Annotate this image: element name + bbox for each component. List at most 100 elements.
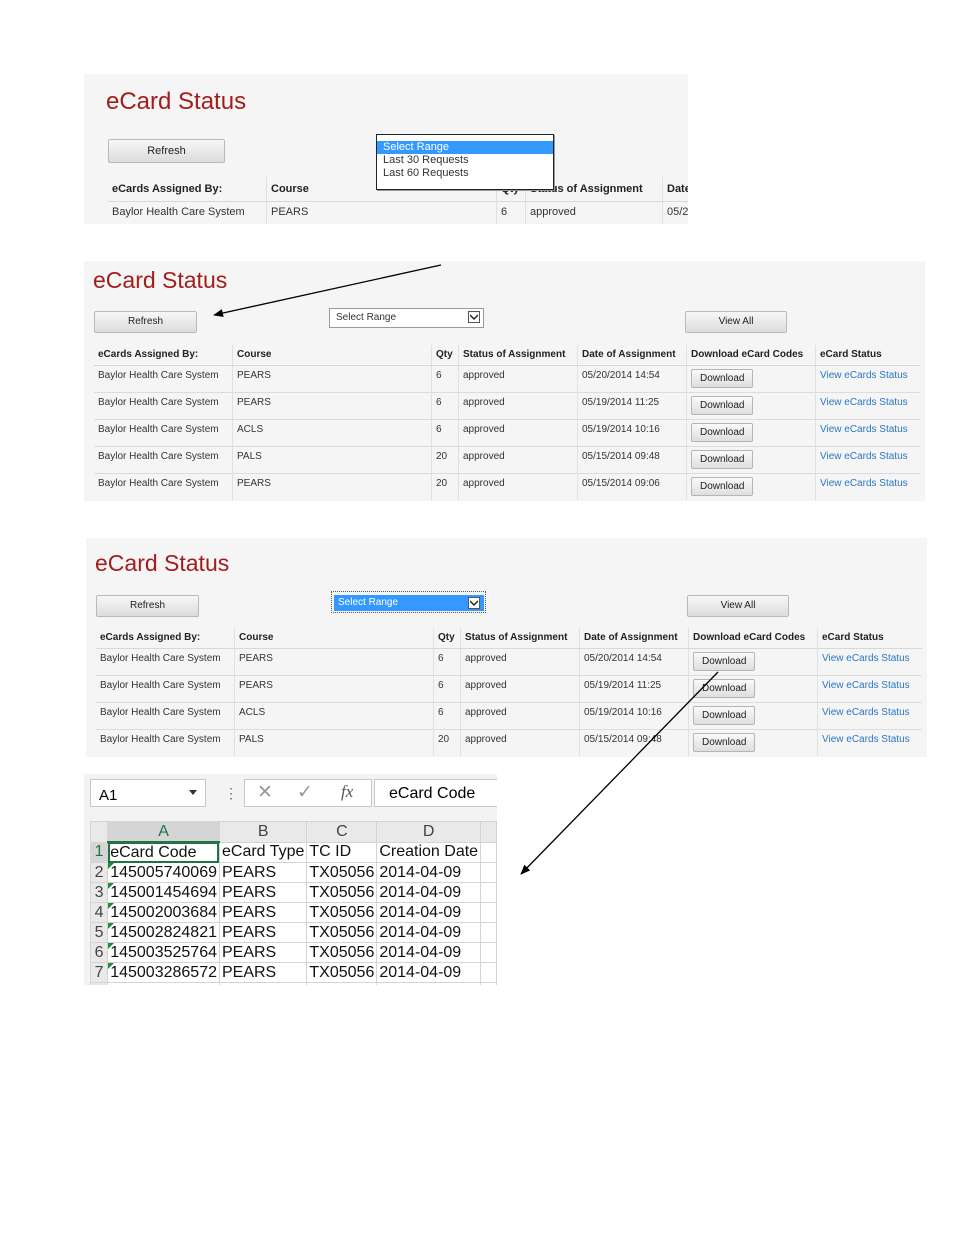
cell[interactable]: 2014-04-09 [376, 962, 482, 983]
view-ecards-status-link[interactable]: View eCards Status [820, 451, 908, 462]
cell[interactable]: PEARS [218, 902, 308, 923]
chevron-down-icon[interactable] [468, 597, 480, 609]
cell[interactable]: PEARS [218, 942, 308, 963]
page-title: eCard Status [93, 267, 228, 293]
row-header[interactable]: 1 [89, 841, 109, 863]
column-header: Qty [433, 628, 461, 649]
column-header[interactable]: A [107, 821, 220, 843]
view-ecards-status-link[interactable]: View eCards Status [820, 397, 908, 408]
cell[interactable] [480, 882, 497, 903]
cell[interactable]: eCard Type [218, 841, 308, 863]
cell[interactable]: 2014-04-09 [376, 942, 482, 963]
cell[interactable] [480, 942, 497, 963]
cell[interactable] [376, 982, 482, 985]
download-button[interactable]: Download [691, 476, 754, 496]
column-header[interactable] [480, 821, 497, 843]
enter-icon[interactable]: ✓ [297, 781, 313, 804]
range-select[interactable]: Select Range [334, 595, 484, 611]
download-button[interactable]: Download [691, 368, 754, 388]
column-header[interactable]: C [306, 821, 378, 843]
view-ecards-status-link[interactable]: View eCards Status [822, 680, 910, 691]
cell[interactable] [218, 982, 308, 985]
cell[interactable] [480, 841, 497, 863]
cell[interactable]: 2014-04-09 [376, 882, 482, 903]
view-ecards-status-link[interactable]: View eCards Status [822, 707, 910, 718]
cell[interactable]: TX05056 [306, 862, 378, 883]
cell[interactable] [480, 962, 497, 983]
chevron-down-icon[interactable] [468, 311, 480, 323]
column-header[interactable]: D [376, 821, 482, 843]
range-select[interactable]: Select Range [329, 308, 484, 328]
refresh-button[interactable]: Refresh [94, 311, 197, 333]
dropdown-option[interactable]: Last 60 Requests [377, 167, 553, 180]
qty-cell: 20 [431, 472, 459, 500]
row-header[interactable]: 7 [89, 962, 109, 983]
dropdown-option[interactable]: Select Range [377, 141, 553, 154]
row-header[interactable]: 6 [89, 942, 109, 963]
cell[interactable]: Creation Date [376, 841, 482, 863]
dropdown-option[interactable]: Last 30 Requests [377, 154, 553, 167]
download-button[interactable]: Download [691, 449, 754, 469]
refresh-button[interactable]: Refresh [96, 595, 199, 617]
cell[interactable] [480, 902, 497, 923]
row-header[interactable]: 2 [89, 862, 109, 883]
cell[interactable]: PEARS [218, 922, 308, 943]
row-header[interactable]: 5 [89, 922, 109, 943]
cell[interactable]: 145001454694 [107, 882, 220, 903]
cell[interactable] [480, 862, 497, 883]
dropdown-arrow-icon[interactable] [189, 790, 197, 795]
download-button[interactable]: Download [691, 395, 754, 415]
view-ecards-status-link[interactable]: View eCards Status [820, 370, 908, 381]
cell[interactable]: TX05056 [306, 882, 378, 903]
cell[interactable] [480, 982, 497, 985]
cell[interactable]: TC ID [306, 841, 378, 863]
row-header[interactable]: 3 [89, 882, 109, 903]
download-button[interactable]: Download [693, 705, 756, 725]
view-ecards-status-link[interactable]: View eCards Status [822, 653, 910, 664]
cell[interactable]: PEARS [218, 882, 308, 903]
table-row: Baylor Health Care System PEARS 6 approv… [108, 200, 688, 224]
cell[interactable] [480, 922, 497, 943]
more-options-icon[interactable]: ⋮ [224, 785, 238, 802]
cancel-icon[interactable]: ✕ [257, 781, 273, 804]
cell[interactable]: eCard Code [107, 841, 220, 863]
download-button[interactable]: Download [693, 732, 756, 752]
cell[interactable]: 145003286572 [107, 962, 220, 983]
column-header[interactable]: B [218, 821, 308, 843]
formula-bar[interactable]: eCard Code [374, 779, 497, 807]
cell[interactable]: TX05056 [306, 922, 378, 943]
cell[interactable]: 145003525764 [107, 942, 220, 963]
status-link-cell: View eCards Status [815, 391, 920, 419]
download-button[interactable]: Download [693, 651, 756, 671]
cell[interactable] [107, 982, 220, 985]
cell[interactable]: PEARS [218, 862, 308, 883]
name-box[interactable]: A1 [90, 779, 206, 807]
assigned-by-cell: Baylor Health Care System [96, 728, 235, 756]
refresh-button[interactable]: Refresh [108, 139, 225, 163]
view-ecards-status-link[interactable]: View eCards Status [820, 424, 908, 435]
insert-function-icon[interactable]: fx [341, 782, 353, 802]
cell[interactable]: TX05056 [306, 902, 378, 923]
view-ecards-status-link[interactable]: View eCards Status [820, 478, 908, 489]
row-header[interactable]: 8 [89, 982, 109, 985]
view-all-button[interactable]: View All [687, 595, 789, 617]
cell[interactable]: TX05056 [306, 942, 378, 963]
cell[interactable]: TX05056 [306, 962, 378, 983]
cell[interactable]: 2014-04-09 [376, 922, 482, 943]
cell[interactable]: 145002824821 [107, 922, 220, 943]
table-row: Baylor Health Care System PEARS 6 approv… [96, 647, 922, 675]
view-all-button[interactable]: View All [685, 311, 787, 333]
download-button[interactable]: Download [693, 678, 756, 698]
select-all-corner[interactable] [89, 821, 109, 843]
view-ecards-status-link[interactable]: View eCards Status [822, 734, 910, 745]
download-cell: Download [686, 472, 816, 500]
cell[interactable]: 2014-04-09 [376, 902, 482, 923]
range-dropdown-list[interactable]: Select Range Last 30 Requests Last 60 Re… [376, 134, 554, 190]
row-header[interactable]: 4 [89, 902, 109, 923]
cell[interactable]: 145002003684 [107, 902, 220, 923]
cell[interactable]: 145005740069 [107, 862, 220, 883]
cell[interactable]: PEARS [218, 962, 308, 983]
cell[interactable]: 2014-04-09 [376, 862, 482, 883]
cell[interactable] [306, 982, 378, 985]
download-button[interactable]: Download [691, 422, 754, 442]
